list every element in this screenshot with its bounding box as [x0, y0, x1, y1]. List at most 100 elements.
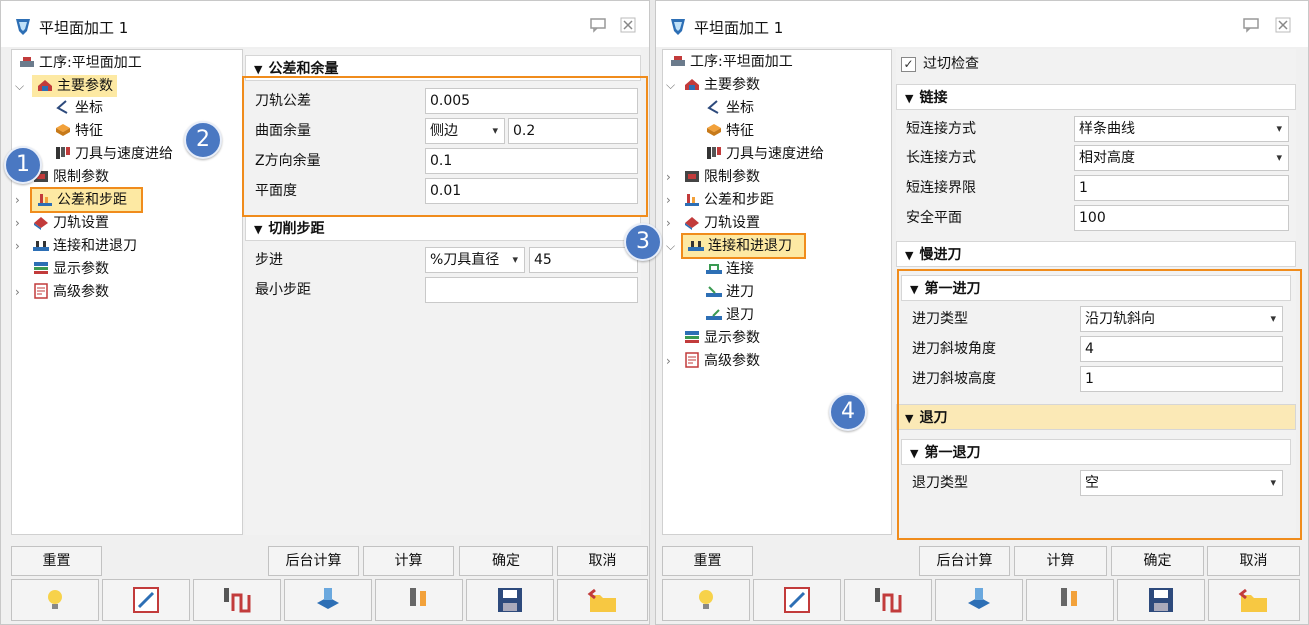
cancel-button[interactable]: 取消 [1207, 546, 1300, 576]
title-bar: 平坦面加工 1 [1, 1, 649, 47]
save-button[interactable] [1117, 579, 1205, 621]
tree-item-link[interactable]: 连接 [705, 258, 754, 280]
short-link-limit-input[interactable]: 1 [1074, 175, 1289, 201]
tree-item-tolerance-step[interactable]: 公差和步距 [683, 189, 774, 211]
tree-item-tool-feed[interactable]: 刀具与速度进给 [705, 143, 824, 165]
reset-button[interactable]: 重置 [662, 546, 753, 576]
tree-item-retract[interactable]: 退刀 [705, 304, 754, 326]
chevron-down-icon[interactable]: ⌵ [15, 75, 25, 97]
tree-item-link-leadin[interactable]: 连接和进退刀 [681, 233, 806, 259]
chevron-right-icon[interactable]: › [15, 235, 25, 257]
tree-item-tool-feed[interactable]: 刀具与速度进给 [54, 143, 173, 165]
folder-back-icon [587, 588, 616, 612]
min-step-input[interactable] [425, 277, 638, 303]
ok-button[interactable]: 确定 [1111, 546, 1204, 576]
comment-icon[interactable] [589, 17, 607, 33]
tree-item-coordinates[interactable]: 坐标 [54, 97, 103, 119]
chevron-right-icon[interactable]: › [666, 189, 676, 211]
leadin-type-select[interactable]: 沿刀轨斜向 [1080, 306, 1283, 332]
short-link-select[interactable]: 样条曲线 [1074, 116, 1289, 142]
label-long-link: 长连接方式 [906, 150, 976, 166]
chevron-down-icon[interactable]: ⌵ [666, 235, 676, 257]
chevron-right-icon[interactable]: › [666, 166, 676, 188]
surface-allowance-input[interactable]: 0.2 [508, 118, 638, 144]
close-icon[interactable] [619, 17, 637, 33]
chevron-right-icon[interactable]: › [15, 212, 25, 234]
collapse-triangle-icon: ▼ [910, 447, 919, 460]
label-surface-allowance: 曲面余量 [255, 123, 311, 139]
z-allowance-input[interactable]: 0.1 [425, 148, 638, 174]
safe-plane-input[interactable]: 100 [1074, 205, 1289, 231]
link-leadin-icon [688, 241, 704, 251]
check-button[interactable] [1026, 579, 1114, 621]
background-calc-button[interactable]: 后台计算 [919, 546, 1010, 576]
chevron-down-icon[interactable]: ⌵ [666, 74, 676, 96]
tree-item-display[interactable]: 显示参数 [683, 327, 760, 349]
tree-item-toolpath[interactable]: 刀轨设置 [683, 212, 760, 234]
tip-button[interactable] [11, 579, 99, 621]
tree-item-main-params[interactable]: 主要参数 [683, 74, 760, 96]
ok-button[interactable]: 确定 [459, 546, 553, 576]
collapse-triangle-icon: ▼ [905, 249, 914, 262]
tool-tolerance-input[interactable]: 0.005 [425, 88, 638, 114]
collapse-triangle-icon: ▼ [254, 63, 263, 76]
link-icon [706, 264, 722, 274]
label-ramp-height: 进刀斜坡高度 [912, 371, 996, 387]
comment-icon[interactable] [1242, 17, 1260, 33]
tree-item-operation[interactable]: 工序:平坦面加工 [669, 51, 793, 73]
cancel-button[interactable]: 取消 [557, 546, 648, 576]
section-first-leadin[interactable]: ▼ 第一进刀 [901, 275, 1291, 301]
tree-item-feature[interactable]: 特征 [705, 120, 754, 142]
collapse-triangle-icon: ▼ [905, 412, 914, 425]
tree-item-tolerance-step[interactable]: 公差和步距 [30, 187, 143, 213]
section-slow-leadin[interactable]: ▼ 慢进刀 [896, 241, 1296, 267]
step-mode-select[interactable]: %刀具直径 [425, 247, 525, 273]
tip-button[interactable] [662, 579, 750, 621]
open-button[interactable] [1208, 579, 1300, 621]
chevron-right-icon[interactable]: › [666, 212, 676, 234]
simulate-button[interactable] [284, 579, 372, 621]
tree-item-limits[interactable]: 限制参数 [683, 166, 760, 188]
edit-button[interactable] [753, 579, 841, 621]
tree-item-display[interactable]: 显示参数 [32, 258, 109, 280]
tree-item-feature[interactable]: 特征 [54, 120, 103, 142]
check-button[interactable] [375, 579, 463, 621]
retract-type-select[interactable]: 空 [1080, 470, 1283, 496]
long-link-select[interactable]: 相对高度 [1074, 145, 1289, 171]
background-calc-button[interactable]: 后台计算 [268, 546, 359, 576]
ramp-height-input[interactable]: 1 [1080, 366, 1283, 392]
open-button[interactable] [557, 579, 648, 621]
toolpath-icon [685, 217, 699, 230]
flatness-input[interactable]: 0.01 [425, 178, 638, 204]
tree-item-toolpath[interactable]: 刀轨设置 [32, 212, 109, 234]
tree-item-operation[interactable]: 工序:平坦面加工 [18, 52, 142, 74]
chevron-right-icon[interactable]: › [15, 189, 25, 211]
tree-item-link-leadin[interactable]: 连接和进退刀 [32, 235, 137, 257]
chevron-right-icon[interactable]: › [666, 350, 676, 372]
save-button[interactable] [466, 579, 554, 621]
path-button[interactable] [193, 579, 281, 621]
close-icon[interactable] [1274, 17, 1292, 33]
chevron-right-icon[interactable]: › [15, 281, 25, 303]
reset-button[interactable]: 重置 [11, 546, 102, 576]
section-link[interactable]: ▼ 链接 [896, 84, 1296, 110]
tree-item-leadin[interactable]: 进刀 [705, 281, 754, 303]
tree-item-limits[interactable]: 限制参数 [32, 166, 109, 188]
section-tolerance[interactable]: ▼ 公差和余量 [245, 55, 641, 81]
section-cut-step[interactable]: ▼ 切削步距 [245, 215, 641, 241]
tree-item-main-params[interactable]: 主要参数 [32, 75, 117, 97]
calculate-button[interactable]: 计算 [363, 546, 454, 576]
ramp-angle-input[interactable]: 4 [1080, 336, 1283, 362]
section-retract[interactable]: ▼ 退刀 [896, 404, 1296, 430]
section-first-retract[interactable]: ▼ 第一退刀 [901, 439, 1291, 465]
calculate-button[interactable]: 计算 [1014, 546, 1107, 576]
tree-item-advanced[interactable]: 高级参数 [683, 350, 760, 372]
tree-item-advanced[interactable]: 高级参数 [32, 281, 109, 303]
step-input[interactable]: 45 [529, 247, 638, 273]
tree-item-coordinates[interactable]: 坐标 [705, 97, 754, 119]
edit-button[interactable] [102, 579, 190, 621]
path-button[interactable] [844, 579, 932, 621]
surface-mode-select[interactable]: 侧边 [425, 118, 505, 144]
simulate-button[interactable] [935, 579, 1023, 621]
gouge-check-checkbox[interactable]: ✓ [901, 57, 916, 72]
